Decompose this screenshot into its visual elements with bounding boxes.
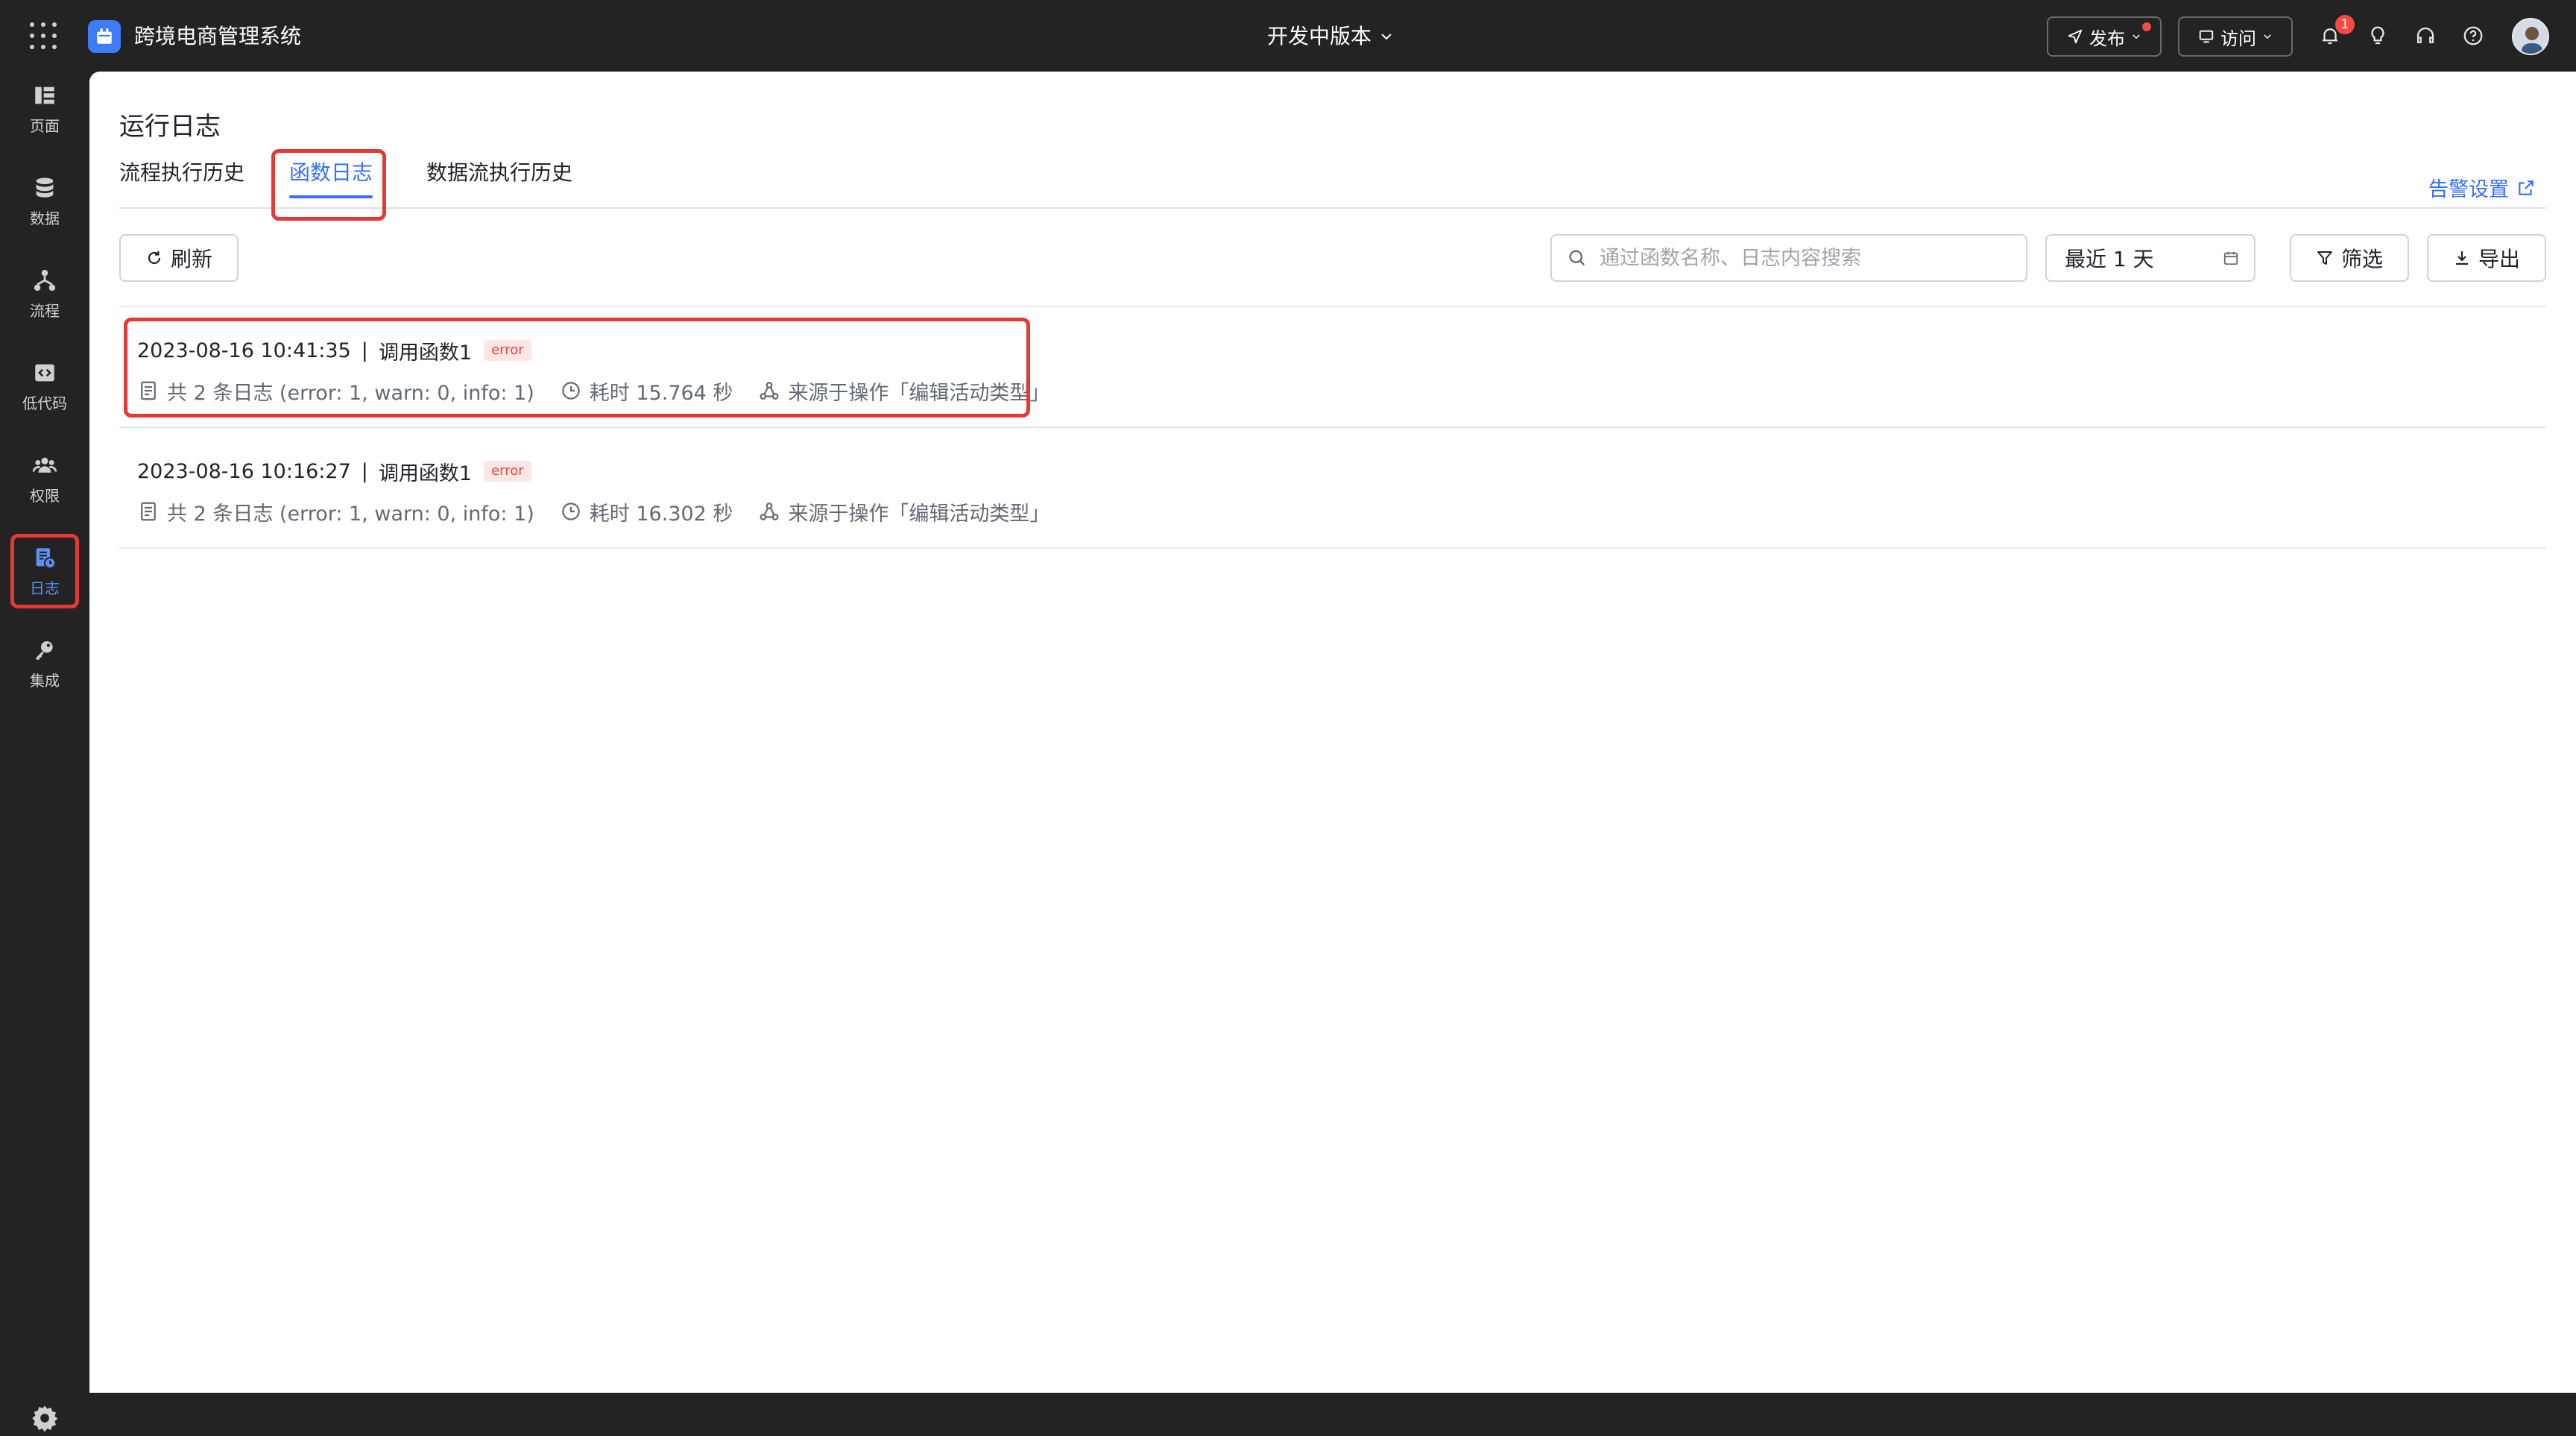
filter-button[interactable]: 筛选 [2290, 234, 2409, 282]
visit-label: 访问 [2220, 28, 2256, 49]
nav-item-logs[interactable]: 日志 [10, 534, 79, 608]
version-label: 开发中版本 [1267, 24, 1372, 48]
tab-flow-history[interactable]: 流程执行历史 [119, 152, 244, 209]
chevron-down-icon [2264, 34, 2271, 40]
version-selector[interactable]: 开发中版本 [1267, 21, 1394, 52]
refresh-button[interactable]: 刷新 [119, 234, 239, 282]
level-badge: error [484, 461, 531, 482]
log-header: 2023-08-16 10:16:27 | 调用函数1 error [137, 456, 531, 486]
nav-item-data[interactable]: 数据 [10, 164, 79, 239]
code-icon [35, 364, 54, 381]
nav-label: 权限 [30, 486, 60, 505]
publish-button[interactable]: 发布 [2047, 16, 2162, 57]
nav-label: 页面 [30, 116, 60, 135]
log-duration: 耗时 16.302 秒 [560, 497, 733, 526]
nav-item-flow[interactable]: 流程 [10, 256, 79, 331]
apps-grid-icon[interactable] [30, 22, 57, 49]
nav-label: 数据 [30, 209, 60, 227]
chevron-down-icon [2133, 34, 2140, 40]
flow-icon [34, 269, 56, 291]
export-label: 导出 [2478, 247, 2520, 271]
tab-dataflow-history[interactable]: 数据流执行历史 [426, 152, 572, 209]
page-icon [35, 86, 54, 104]
nav-item-integration[interactable]: 集成 [10, 626, 79, 701]
settings-gear-icon[interactable] [30, 1403, 60, 1433]
search-input[interactable] [1598, 245, 2015, 271]
alert-settings-link[interactable]: 告警设置 [2428, 173, 2536, 202]
nav-label: 低代码 [22, 394, 67, 412]
page-title: 运行日志 [119, 112, 221, 142]
nav-item-lowcode[interactable]: 低代码 [10, 349, 79, 423]
highlight-box [271, 149, 386, 221]
refresh-icon [148, 251, 161, 265]
clock-icon [562, 503, 580, 520]
log-row[interactable]: 2023-08-16 10:16:27 | 调用函数1 error 共 2 条日… [119, 428, 2546, 549]
document-icon [141, 502, 156, 521]
nav-item-permissions[interactable]: 权限 [10, 441, 79, 516]
headset-icon[interactable] [2412, 22, 2439, 49]
refresh-label: 刷新 [170, 247, 212, 271]
lightbulb-icon[interactable] [2364, 22, 2391, 49]
highlight-box [10, 534, 79, 608]
log-meta: 共 2 条日志 (error: 1, warn: 0, info: 1) 耗时 … [137, 497, 1075, 526]
app-logo [88, 20, 121, 53]
nav-label: 流程 [30, 301, 60, 320]
search-icon [1569, 250, 1585, 266]
log-summary: 共 2 条日志 (error: 1, warn: 0, info: 1) [137, 497, 534, 526]
side-nav: 页面 数据 流程 低代码 权限 日志 集成 [0, 72, 89, 1432]
separator: | [361, 459, 368, 483]
users-icon [32, 457, 57, 473]
nav-item-pages[interactable]: 页面 [10, 72, 79, 146]
filter-icon [2317, 251, 2332, 265]
visit-button[interactable]: 访问 [2178, 16, 2293, 57]
highlight-box [124, 318, 1030, 418]
send-icon [2068, 29, 2083, 44]
key-icon [36, 640, 53, 660]
external-link-icon [2519, 180, 2534, 195]
alert-settings-label: 告警设置 [2428, 178, 2509, 201]
top-bar: 跨境电商管理系统 开发中版本 发布 访问 1 [0, 0, 2576, 72]
filter-label: 筛选 [2340, 247, 2383, 271]
publish-dot-indicator [2142, 22, 2151, 31]
log-source: 来源于操作「编辑活动类型」 [758, 497, 1049, 526]
tab-bar: 流程执行历史 函数日志 数据流执行历史 [119, 152, 2546, 209]
flow-source-icon [760, 503, 779, 520]
monitor-icon [2199, 30, 2214, 43]
chevron-down-icon [1381, 34, 1392, 40]
publish-label: 发布 [2089, 28, 2125, 49]
avatar[interactable] [2512, 18, 2549, 55]
help-icon[interactable] [2460, 22, 2487, 49]
date-range-picker[interactable]: 最近 1 天 [2045, 234, 2255, 282]
download-icon [2455, 251, 2468, 265]
nav-label: 集成 [30, 671, 60, 690]
search-box[interactable] [1550, 234, 2027, 282]
log-function-name: 调用函数1 [378, 462, 473, 485]
calendar-icon [2223, 251, 2238, 265]
app-title: 跨境电商管理系统 [134, 24, 302, 48]
database-icon [36, 177, 54, 198]
log-time: 2023-08-16 10:16:27 [137, 459, 351, 483]
notification-badge: 1 [2335, 15, 2355, 34]
export-button[interactable]: 导出 [2427, 234, 2546, 282]
date-range-value: 最近 1 天 [2065, 247, 2154, 271]
main-panel: 运行日志 流程执行历史 函数日志 数据流执行历史 告警设置 刷新 最近 1 天 … [89, 72, 2576, 1393]
